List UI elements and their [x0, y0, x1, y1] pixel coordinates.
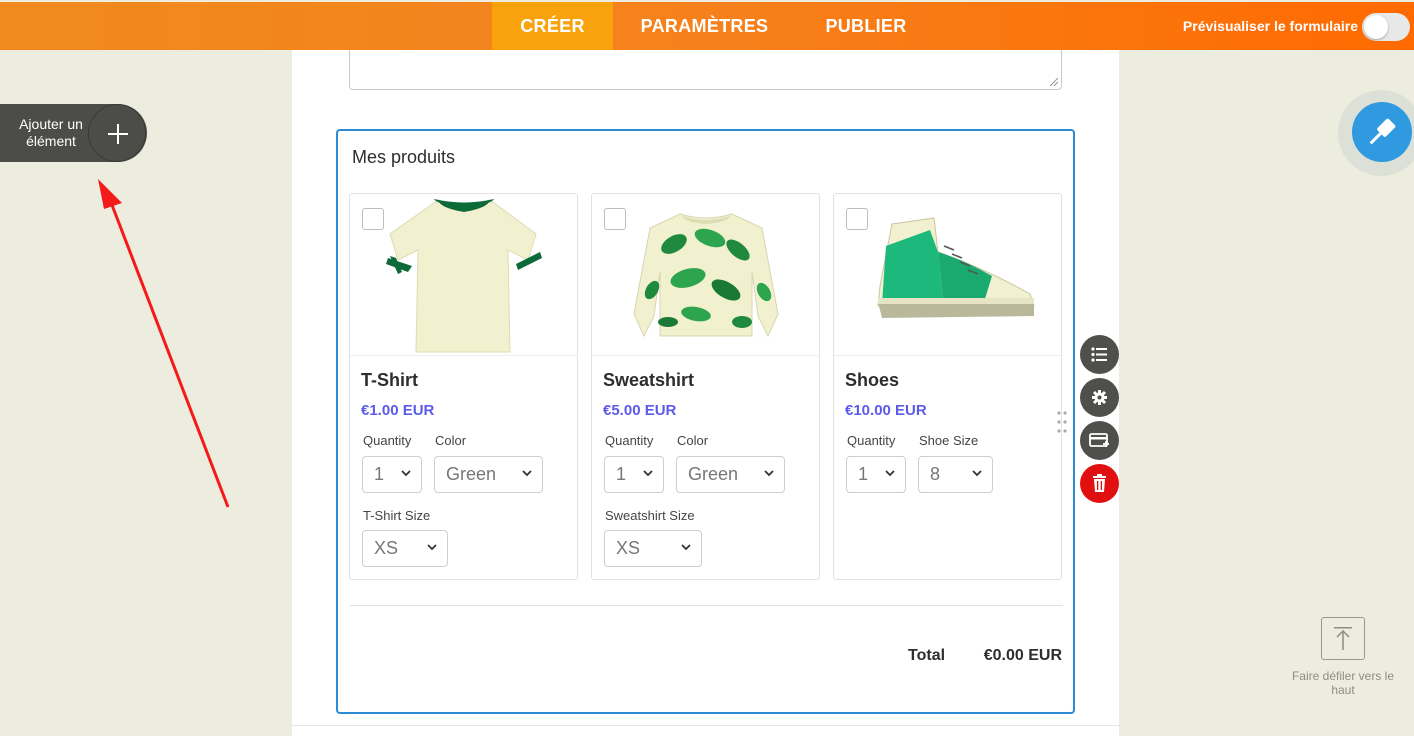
sweatshirt-image [633, 213, 779, 338]
delete-button[interactable] [1080, 464, 1119, 503]
product-card-sweatshirt: Sweatshirt €5.00 EUR Quantity Color 1 Gr… [591, 193, 820, 580]
payment-settings-button[interactable] [1080, 421, 1119, 460]
shoe-size-select[interactable]: 8 [918, 456, 993, 493]
resize-handle-icon[interactable] [1050, 78, 1058, 86]
product-select-checkbox[interactable] [362, 208, 384, 230]
tab-parametres[interactable]: PARAMÈTRES [613, 2, 796, 50]
size-select[interactable]: XS [604, 530, 702, 567]
color-value: Green [446, 464, 497, 484]
product-name: Shoes [845, 370, 900, 390]
shoe-image [877, 217, 1035, 318]
size-value: XS [374, 538, 399, 558]
product-card-tshirt: T-Shirt €1.00 EUR Quantity Color 1 Green… [349, 193, 578, 580]
product-price: €1.00 EUR [361, 402, 435, 419]
chevron-down-icon [522, 470, 532, 477]
product-price: €5.00 EUR [603, 402, 677, 419]
product-select-checkbox[interactable] [846, 208, 868, 230]
product-image-area [834, 194, 1061, 356]
total-value: €0.00 EUR [983, 647, 1062, 664]
product-card-shoes: Shoes €10.00 EUR Quantity Shoe Size 1 8 [833, 193, 1062, 580]
chevron-down-icon [643, 470, 653, 477]
quantity-label: Quantity [847, 433, 896, 448]
drag-handle-icon[interactable] [1056, 410, 1068, 434]
product-price: €10.00 EUR [845, 402, 927, 419]
settings-button[interactable] [1080, 378, 1119, 417]
chevron-down-icon [427, 544, 437, 551]
color-value: Green [688, 464, 739, 484]
chevron-down-icon [681, 544, 691, 551]
tshirt-image [386, 199, 542, 353]
total-label: Total [908, 647, 946, 664]
arrow-up-icon [1334, 627, 1352, 650]
tab-publier[interactable]: PUBLIER [796, 2, 936, 50]
shoe-size-value: 8 [930, 464, 941, 484]
tab-creer[interactable]: CRÉER [492, 2, 613, 50]
form-designer-button[interactable] [1352, 102, 1412, 162]
toggle-knob [1364, 15, 1388, 39]
product-select-checkbox[interactable] [604, 208, 626, 230]
paint-roller-icon [1369, 118, 1396, 145]
product-name: Sweatshirt [603, 370, 695, 390]
quantity-label: Quantity [605, 433, 654, 448]
preview-form-toggle[interactable] [1362, 13, 1410, 41]
color-label: Color [677, 433, 709, 448]
properties-button[interactable] [1080, 335, 1119, 374]
gear-icon [1092, 390, 1107, 405]
add-element-button[interactable]: Ajouter un élément [0, 104, 147, 162]
quantity-value: 1 [616, 464, 627, 484]
color-select[interactable]: Green [676, 456, 785, 493]
size-select[interactable]: XS [362, 530, 448, 567]
quantity-value: 1 [374, 464, 385, 484]
quantity-value: 1 [858, 464, 869, 484]
add-element-circle[interactable] [88, 104, 146, 162]
scroll-to-top-label: Faire défiler vers le haut [1291, 669, 1395, 697]
payment-card-icon [1089, 433, 1109, 447]
scroll-to-top-button[interactable] [1321, 617, 1365, 660]
product-image-area [592, 194, 819, 356]
design-button-wrapper [1338, 90, 1414, 176]
trash-icon [1093, 474, 1106, 492]
chevron-down-icon [972, 470, 982, 477]
chevron-down-icon [885, 470, 895, 477]
color-select[interactable]: Green [434, 456, 543, 493]
list-icon [1091, 347, 1107, 362]
shoe-size-label: Shoe Size [919, 433, 979, 448]
product-name: T-Shirt [361, 370, 418, 390]
products-widget[interactable]: Mes produits T-Shirt €1.00 EUR Quantity … [336, 129, 1075, 714]
top-navigation-bar: CRÉER PARAMÈTRES PUBLIER Prévisualiser l… [0, 2, 1414, 50]
annotation-arrow [98, 179, 230, 508]
size-label: T-Shirt Size [363, 508, 431, 523]
chevron-down-icon [764, 470, 774, 477]
color-label: Color [435, 433, 467, 448]
quantity-select[interactable]: 1 [604, 456, 664, 493]
product-image-area [350, 194, 577, 356]
chevron-down-icon [401, 470, 411, 477]
quantity-select[interactable]: 1 [846, 456, 906, 493]
size-label: Sweatshirt Size [605, 508, 695, 523]
plus-icon [108, 124, 128, 144]
add-element-label: Ajouter un élément [19, 116, 83, 149]
preview-form-label: Prévisualiser le formulaire [1182, 18, 1358, 34]
section-divider [292, 725, 1119, 726]
quantity-label: Quantity [363, 433, 412, 448]
size-value: XS [616, 538, 641, 558]
products-title: Mes produits [352, 147, 456, 167]
total-divider [350, 605, 1063, 606]
textarea-field[interactable] [349, 50, 1062, 90]
quantity-select[interactable]: 1 [362, 456, 422, 493]
